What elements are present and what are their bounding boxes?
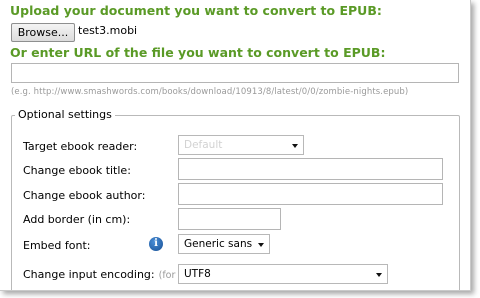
- ebook-title-label: Change ebook title:: [23, 164, 131, 177]
- border-label: Add border (in cm):: [23, 213, 131, 226]
- ebook-author-input[interactable]: [178, 183, 443, 205]
- border-input[interactable]: [178, 208, 281, 230]
- converter-form-panel: Upload your document you want to convert…: [0, 0, 471, 291]
- url-input[interactable]: [11, 63, 459, 83]
- encoding-for-hint: (for: [158, 270, 176, 281]
- ebook-title-input[interactable]: [178, 158, 443, 180]
- chevron-down-icon: [258, 243, 264, 247]
- chevron-down-icon: [292, 144, 298, 148]
- input-encoding-label-text: Change input encoding:: [23, 268, 155, 281]
- input-encoding-label: Change input encoding: (for: [23, 268, 175, 281]
- optional-settings-legend: Optional settings: [15, 108, 115, 121]
- embed-font-value: Generic sans: [184, 238, 253, 250]
- embed-font-label: Embed font:: [23, 239, 91, 252]
- info-icon[interactable]: i: [149, 237, 163, 251]
- target-reader-value: Default: [184, 139, 223, 151]
- target-reader-select[interactable]: Default: [178, 135, 304, 155]
- url-heading: Or enter URL of the file you want to con…: [10, 45, 386, 60]
- url-example-hint: (e.g. http://www.smashwords.com/books/do…: [11, 87, 409, 97]
- embed-font-select[interactable]: Generic sans: [178, 234, 270, 254]
- input-encoding-value: UTF8: [184, 268, 211, 280]
- target-reader-label: Target ebook reader:: [23, 140, 138, 153]
- browse-button[interactable]: Browse...: [11, 23, 75, 42]
- input-encoding-select[interactable]: UTF8: [178, 264, 388, 284]
- chevron-down-icon: [376, 273, 382, 277]
- ebook-author-label: Change ebook author:: [23, 189, 146, 202]
- selected-file-name: test3.mobi: [78, 24, 138, 37]
- upload-heading: Upload your document you want to convert…: [10, 3, 382, 18]
